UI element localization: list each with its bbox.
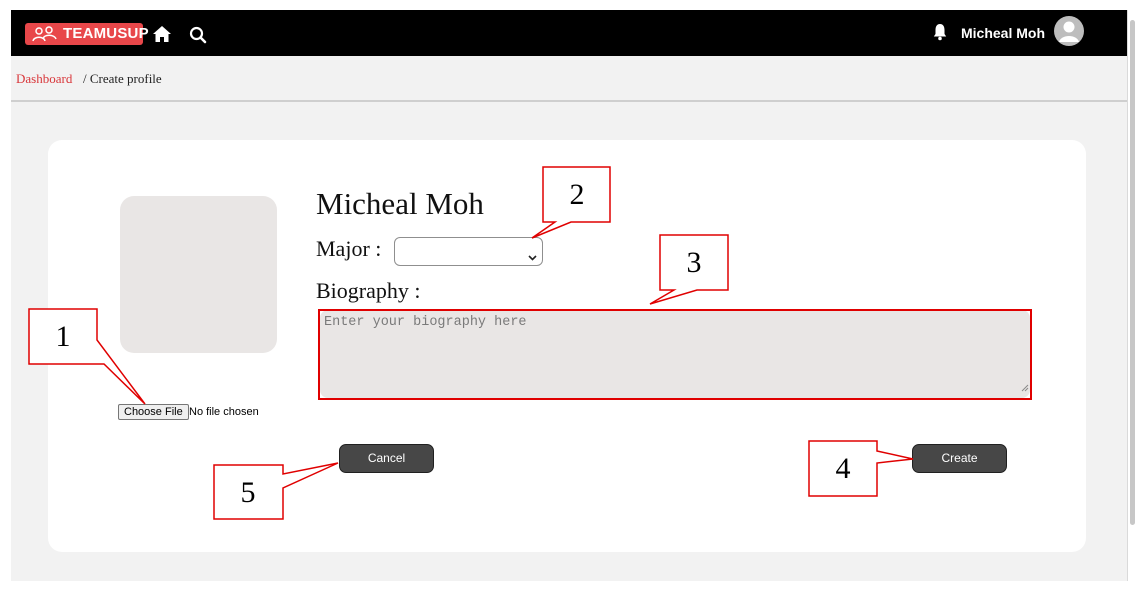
profile-name: Micheal Moh bbox=[316, 186, 484, 221]
app-frame: TEAMUSUP Micheal Moh Dashboard / Create … bbox=[11, 10, 1127, 581]
resize-handle-icon[interactable] bbox=[1021, 379, 1029, 397]
biography-textarea[interactable]: Enter your biography here bbox=[320, 310, 1030, 398]
major-select[interactable] bbox=[394, 237, 543, 266]
search-icon[interactable] bbox=[189, 26, 207, 49]
cancel-button[interactable]: Cancel bbox=[339, 444, 434, 473]
user-name[interactable]: Micheal Moh bbox=[961, 24, 1045, 42]
page-scrollbar[interactable] bbox=[1127, 10, 1141, 581]
scrollbar-thumb[interactable] bbox=[1130, 20, 1135, 525]
bell-icon[interactable] bbox=[933, 23, 947, 46]
top-navbar: TEAMUSUP Micheal Moh bbox=[11, 10, 1127, 56]
biography-placeholder: Enter your biography here bbox=[324, 315, 527, 330]
breadcrumb: Dashboard / Create profile bbox=[11, 56, 1127, 102]
breadcrumb-dashboard-link[interactable]: Dashboard bbox=[16, 72, 72, 86]
brand-logo[interactable]: TEAMUSUP bbox=[25, 23, 149, 45]
profile-photo-placeholder bbox=[120, 196, 277, 353]
create-button[interactable]: Create bbox=[912, 444, 1007, 473]
brand-name: TEAMUSUP bbox=[63, 25, 149, 42]
home-icon[interactable] bbox=[152, 25, 172, 48]
chevron-down-icon bbox=[528, 248, 537, 266]
choose-file-button[interactable]: Choose File bbox=[118, 404, 189, 420]
biography-label: Biography : bbox=[316, 278, 421, 303]
major-label: Major : bbox=[316, 236, 382, 261]
breadcrumb-current: / Create profile bbox=[83, 71, 162, 86]
file-status: No file chosen bbox=[189, 406, 259, 418]
profile-card: Choose File No file chosen Micheal Moh M… bbox=[48, 140, 1086, 552]
user-avatar-icon[interactable] bbox=[1054, 16, 1084, 46]
teamusup-logo-icon bbox=[31, 26, 59, 49]
